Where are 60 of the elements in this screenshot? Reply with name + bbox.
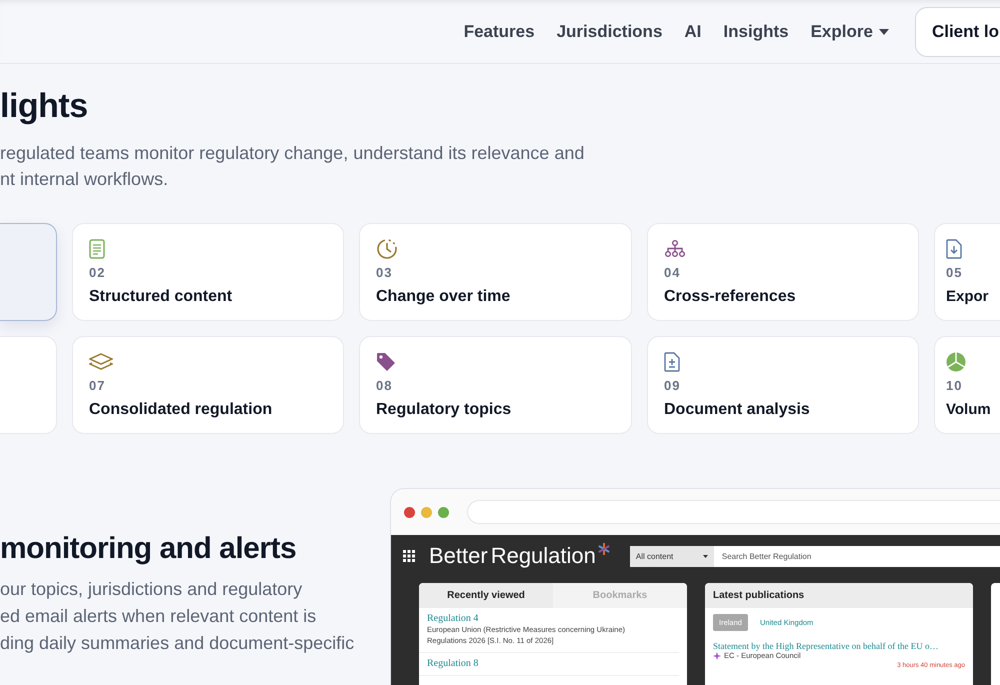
card-title: Structured content (89, 288, 234, 306)
panel-tab[interactable]: Recently viewed (419, 583, 553, 608)
card-number: 10 (946, 378, 964, 393)
section-description: our topics, jurisdictions and regulatory ed email alerts when relevant content is ding daily summaries and document-specific (0, 578, 356, 655)
feature-card[interactable]: 02 Structured content (72, 223, 344, 321)
nav-link[interactable]: Features (464, 22, 535, 42)
tag-icon (376, 352, 396, 372)
feature-card[interactable]: 04 Cross-references (647, 223, 919, 321)
feature-card[interactable]: 08 Regulatory topics (359, 336, 632, 434)
card-number: 08 (376, 378, 394, 393)
document-icon (89, 239, 105, 259)
asterisk-icon (598, 543, 610, 555)
caret-icon (878, 28, 889, 34)
file-plus-minus-icon (664, 352, 680, 372)
search-field[interactable]: Search Better Regulation (714, 546, 1000, 566)
document-link[interactable]: Regulation 8 (427, 658, 671, 669)
nav-link[interactable]: Insights (723, 22, 789, 42)
layers-icon (89, 353, 113, 371)
nav-link[interactable]: Jurisdictions (556, 22, 662, 42)
feature-card[interactable] (0, 223, 57, 321)
feature-card[interactable]: 09 Document analysis (647, 336, 919, 434)
pie-chart-icon (946, 352, 966, 372)
clock-icon (376, 238, 398, 260)
logo: Better Regulation (429, 543, 610, 569)
minimize-dot (421, 506, 432, 518)
section-heading: lights (0, 86, 89, 126)
feature-card[interactable]: 05 Expor (934, 223, 1000, 321)
card-number: 09 (664, 378, 682, 393)
login-button[interactable]: Client lo (914, 6, 1000, 56)
document-link[interactable]: Regulation 4 (427, 613, 671, 624)
sparkle-icon (713, 652, 721, 660)
close-dot (404, 506, 415, 518)
card-number: 05 (946, 265, 964, 280)
card-number: 07 (89, 378, 106, 393)
nav-link[interactable]: AI (684, 22, 702, 42)
feature-card[interactable]: 03 Change over time (359, 223, 632, 321)
card-number: 04 (664, 265, 682, 280)
card-title: Expor (946, 288, 990, 305)
card-title: Consolidated regulation (89, 401, 274, 419)
publication-link[interactable]: Statement by the High Representative on behalf of the EU o… (713, 641, 965, 651)
section-heading: monitoring and alerts (0, 532, 298, 566)
card-title: Volum (946, 401, 992, 418)
maximize-dot (438, 506, 449, 518)
feature-card[interactable]: 10 Volum (934, 336, 1000, 434)
card-number: 02 (89, 265, 106, 280)
download-file-icon (946, 239, 962, 259)
card-title: Document analysis (664, 401, 811, 419)
address-bar[interactable] (467, 500, 1000, 524)
nav-link[interactable]: Explore (810, 22, 889, 42)
panel-title: Latest publications (705, 583, 973, 608)
card-title: Regulatory topics (376, 401, 512, 419)
feature-card[interactable]: 07 Consolidated regulation (72, 336, 344, 434)
hierarchy-icon (664, 240, 686, 258)
apps-grid-icon[interactable] (403, 550, 415, 562)
card-title: Cross-references (664, 288, 797, 306)
card-title: Change over time (376, 288, 512, 306)
section-description: regulated teams monitor regulatory change, understand its relevance and nt internal workflows. (0, 142, 586, 191)
card-number: 03 (376, 265, 394, 280)
scope-dropdown[interactable]: All content (630, 546, 714, 566)
caret-icon (702, 554, 708, 558)
